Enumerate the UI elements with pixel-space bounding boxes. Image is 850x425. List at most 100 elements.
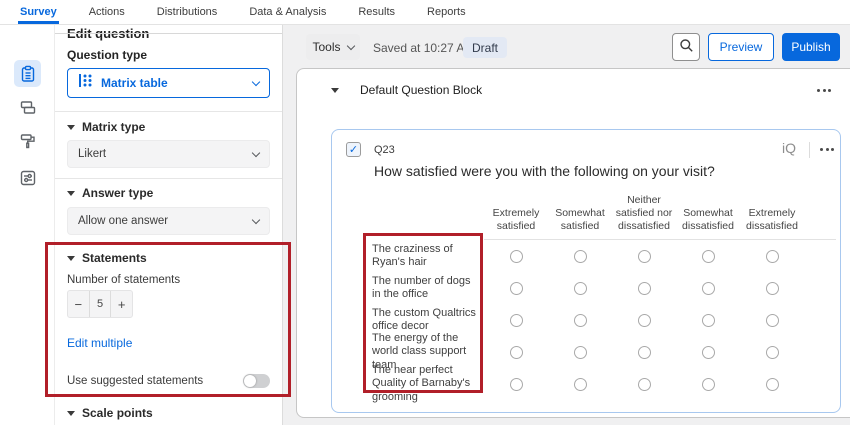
radio-button[interactable]: [510, 314, 523, 327]
column-header[interactable]: Extremely satisfied: [484, 207, 548, 239]
answer-type-value: Allow one answer: [78, 215, 168, 227]
question-options-menu[interactable]: [820, 148, 834, 151]
radio-button[interactable]: [638, 250, 651, 263]
radio-button[interactable]: [510, 250, 523, 263]
settings-sliders-icon: [19, 169, 37, 187]
radio-button[interactable]: [766, 346, 779, 359]
question-type-label: Question type: [67, 48, 270, 62]
scale-points-section-header[interactable]: Scale points: [67, 406, 270, 420]
survey-canvas: Tools Saved at 10:27 AM Draft Preview Pu…: [283, 25, 850, 425]
radio-button[interactable]: [702, 314, 715, 327]
column-header[interactable]: Somewhat satisfied: [548, 207, 612, 239]
chevron-down-icon: [252, 148, 260, 156]
radio-button[interactable]: [574, 282, 587, 295]
radio-button[interactable]: [702, 346, 715, 359]
nav-tab-survey[interactable]: Survey: [18, 0, 59, 24]
collapse-caret-icon: [67, 125, 75, 130]
iq-button[interactable]: iQ: [782, 140, 796, 156]
top-nav: Survey Actions Distributions Data & Anal…: [0, 0, 850, 25]
radio-button[interactable]: [766, 378, 779, 391]
decrease-count-button[interactable]: −: [68, 291, 89, 317]
question-type-value: Matrix table: [101, 76, 168, 90]
radio-button[interactable]: [574, 378, 587, 391]
nav-tab-results[interactable]: Results: [356, 0, 397, 24]
statement-label[interactable]: The custom Qualtrics office decor: [372, 307, 484, 334]
block-collapse-caret-icon[interactable]: [331, 88, 339, 93]
chevron-down-icon: [252, 77, 260, 85]
draft-status-badge: Draft: [463, 37, 507, 58]
collapse-caret-icon: [67, 256, 75, 261]
statement-label[interactable]: The number of dogs in the office: [372, 275, 484, 302]
column-header[interactable]: Somewhat dissatisfied: [676, 207, 740, 239]
matrix-row: The number of dogs in the office: [372, 272, 832, 304]
statement-count-stepper: − 5 +: [67, 290, 133, 318]
publish-button[interactable]: Publish: [782, 33, 840, 61]
statement-label[interactable]: The craziness of Ryan's hair: [372, 243, 484, 270]
radio-button[interactable]: [574, 250, 587, 263]
nav-tab-distributions[interactable]: Distributions: [155, 0, 220, 24]
column-header[interactable]: Extremely dissatisfied: [740, 207, 804, 239]
radio-button[interactable]: [638, 314, 651, 327]
matrix-type-value: Likert: [78, 148, 106, 160]
use-suggested-statements-label: Use suggested statements: [67, 375, 203, 387]
statement-count-value[interactable]: 5: [89, 291, 112, 317]
matrix-type-select[interactable]: Likert: [67, 140, 270, 168]
radio-button[interactable]: [766, 250, 779, 263]
survey-flow-button[interactable]: [14, 93, 41, 120]
radio-button[interactable]: [702, 282, 715, 295]
radio-button[interactable]: [702, 250, 715, 263]
answer-type-section-header[interactable]: Answer type: [67, 186, 270, 200]
chevron-down-icon: [346, 41, 354, 49]
matrix-table-icon: [78, 73, 93, 93]
tools-menu-button[interactable]: Tools: [306, 34, 360, 60]
question-type-select[interactable]: Matrix table: [67, 68, 270, 98]
search-icon: [679, 38, 694, 56]
statements-section-header[interactable]: Statements: [67, 251, 270, 265]
preview-button[interactable]: Preview: [708, 33, 774, 61]
column-header[interactable]: Neither satisfied nor dissatisfied: [612, 194, 676, 239]
toggle-knob: [244, 375, 256, 387]
edit-multiple-link[interactable]: Edit multiple: [67, 336, 270, 350]
matrix-table: Extremely satisfied Somewhat satisfied N…: [372, 194, 832, 400]
block-header: Default Question Block: [297, 69, 850, 111]
block-options-menu[interactable]: [817, 89, 831, 92]
radio-button[interactable]: [638, 282, 651, 295]
builder-tab-button[interactable]: [14, 60, 41, 87]
block-title: Default Question Block: [360, 83, 482, 97]
scale-points-label: Scale points: [82, 406, 153, 420]
saved-status-text: Saved at 10:27 AM: [373, 41, 474, 55]
nav-tab-reports[interactable]: Reports: [425, 0, 468, 24]
search-button[interactable]: [672, 33, 700, 61]
chevron-down-icon: [252, 215, 260, 223]
radio-button[interactable]: [574, 346, 587, 359]
blocks-icon: [19, 98, 37, 116]
question-text[interactable]: How satisfied were you with the followin…: [374, 163, 715, 179]
suggested-statements-toggle[interactable]: [243, 374, 270, 388]
nav-tab-actions[interactable]: Actions: [87, 0, 127, 24]
radio-button[interactable]: [510, 378, 523, 391]
radio-button[interactable]: [574, 314, 587, 327]
collapse-caret-icon: [67, 191, 75, 196]
radio-button[interactable]: [638, 378, 651, 391]
nav-tab-data-analysis[interactable]: Data & Analysis: [247, 0, 328, 24]
radio-button[interactable]: [766, 282, 779, 295]
tools-label: Tools: [312, 40, 340, 54]
radio-button[interactable]: [766, 314, 779, 327]
radio-button[interactable]: [638, 346, 651, 359]
survey-options-button[interactable]: [14, 164, 41, 191]
radio-button[interactable]: [702, 378, 715, 391]
question-card-q23[interactable]: ✓ Q23 iQ How satisfied were you with the…: [331, 129, 841, 413]
suggested-statements-row: Use suggested statements: [67, 374, 270, 388]
section-divider: [55, 242, 282, 243]
qualtrics-survey-editor: Survey Actions Distributions Data & Anal…: [0, 0, 850, 425]
look-and-feel-button[interactable]: [14, 127, 41, 154]
radio-button[interactable]: [510, 346, 523, 359]
matrix-type-section-header[interactable]: Matrix type: [67, 120, 270, 134]
question-checkbox[interactable]: ✓: [346, 142, 361, 157]
answer-type-select[interactable]: Allow one answer: [67, 207, 270, 235]
radio-button[interactable]: [510, 282, 523, 295]
increase-count-button[interactable]: +: [111, 291, 132, 317]
default-question-block: Default Question Block ✓ Q23 iQ How sati…: [296, 68, 850, 418]
statement-label[interactable]: The near perfect Quality of Barnaby's gr…: [372, 364, 484, 405]
number-of-statements-label: Number of statements: [67, 274, 270, 286]
